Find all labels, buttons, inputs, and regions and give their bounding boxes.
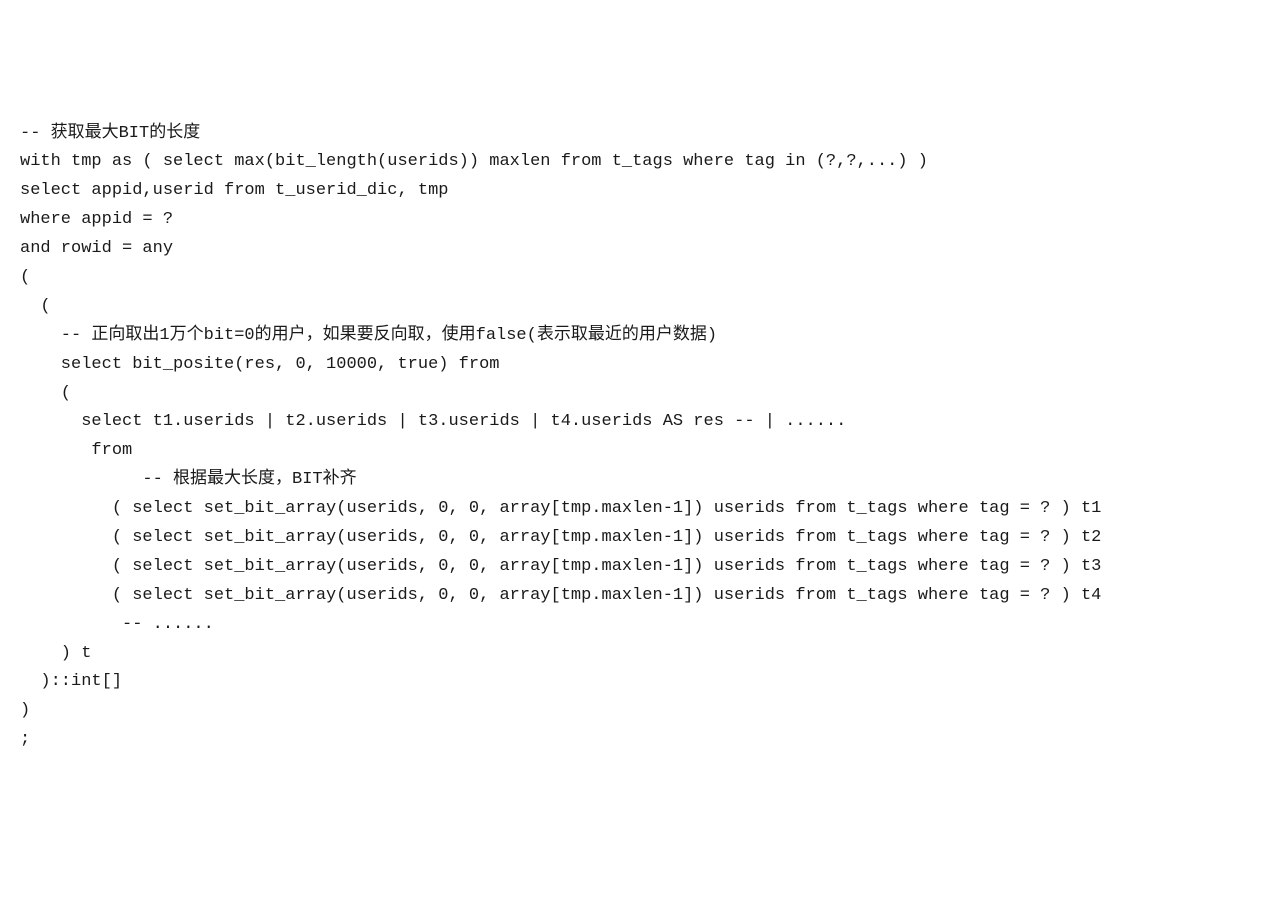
code-line: select appid,userid from t_userid_dic, t… [20, 181, 448, 200]
code-line: ( [20, 268, 30, 287]
code-line: select t1.userids | t2.userids | t3.user… [20, 412, 846, 431]
code-line: select bit_posite(res, 0, 10000, true) f… [20, 355, 499, 374]
code-line: -- ...... [20, 615, 214, 634]
code-line: with tmp as ( select max(bit_length(user… [20, 152, 928, 171]
code-line: ( select set_bit_array(userids, 0, 0, ar… [20, 499, 1101, 518]
code-line: ( select set_bit_array(userids, 0, 0, ar… [20, 557, 1101, 576]
code-line: -- 正向取出1万个bit=0的用户，如果要反向取，使用false(表示取最近的… [20, 326, 717, 345]
code-line: ; [20, 730, 30, 749]
code-line: from [20, 441, 132, 460]
code-line: -- 获取最大BIT的长度 [20, 124, 200, 143]
code-line: ( select set_bit_array(userids, 0, 0, ar… [20, 586, 1101, 605]
code-line: where appid = ? [20, 210, 173, 229]
code-line: ( select set_bit_array(userids, 0, 0, ar… [20, 528, 1101, 547]
code-line: -- 根据最大长度，BIT补齐 [20, 470, 357, 489]
code-line: ) [20, 701, 30, 720]
code-line: ( [20, 384, 71, 403]
code-line: )::int[] [20, 672, 122, 691]
code-line: ( [20, 297, 51, 316]
code-line: ) t [20, 644, 91, 663]
code-block: -- 获取最大BIT的长度 with tmp as ( select max(b… [20, 120, 1246, 756]
code-line: and rowid = any [20, 239, 173, 258]
